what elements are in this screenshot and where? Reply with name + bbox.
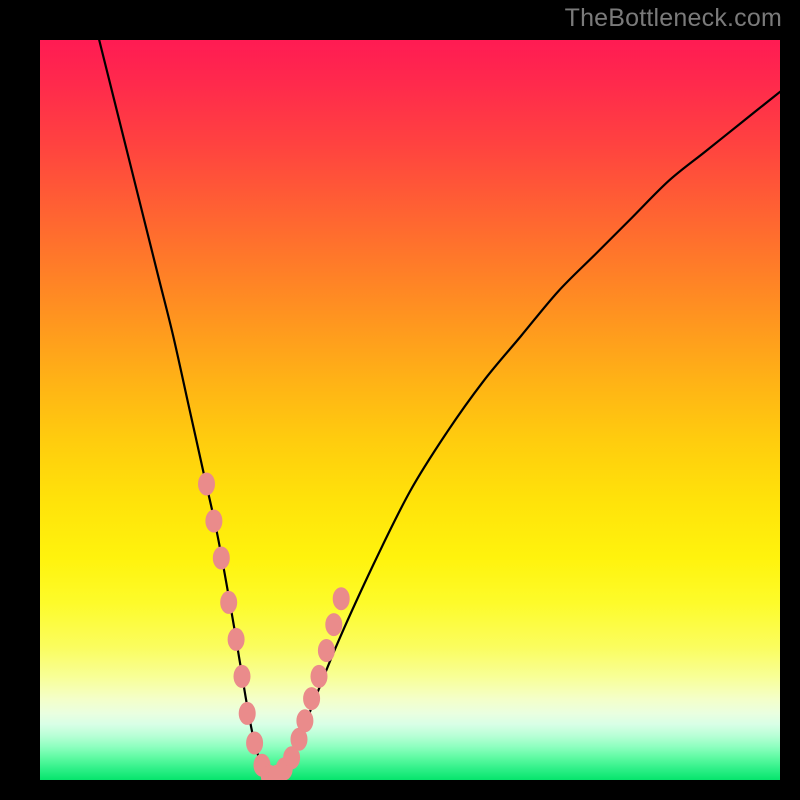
marker-dot bbox=[206, 510, 222, 532]
marker-dot bbox=[247, 732, 263, 754]
marker-dot bbox=[239, 702, 255, 724]
marker-dot bbox=[213, 547, 229, 569]
markers-layer bbox=[40, 40, 780, 780]
marker-dot bbox=[326, 614, 342, 636]
marker-dot bbox=[234, 665, 250, 687]
chart-root: TheBottleneck.com bbox=[0, 0, 800, 800]
marker-dot bbox=[228, 628, 244, 650]
marker-dot bbox=[221, 591, 237, 613]
marker-dot bbox=[199, 473, 215, 495]
marker-dot bbox=[297, 710, 313, 732]
marker-dot bbox=[304, 688, 320, 710]
plot-area bbox=[40, 40, 780, 780]
highlight-markers bbox=[199, 473, 350, 780]
marker-dot bbox=[318, 640, 334, 662]
marker-dot bbox=[311, 665, 327, 687]
watermark-text: TheBottleneck.com bbox=[565, 4, 782, 33]
marker-dot bbox=[333, 588, 349, 610]
